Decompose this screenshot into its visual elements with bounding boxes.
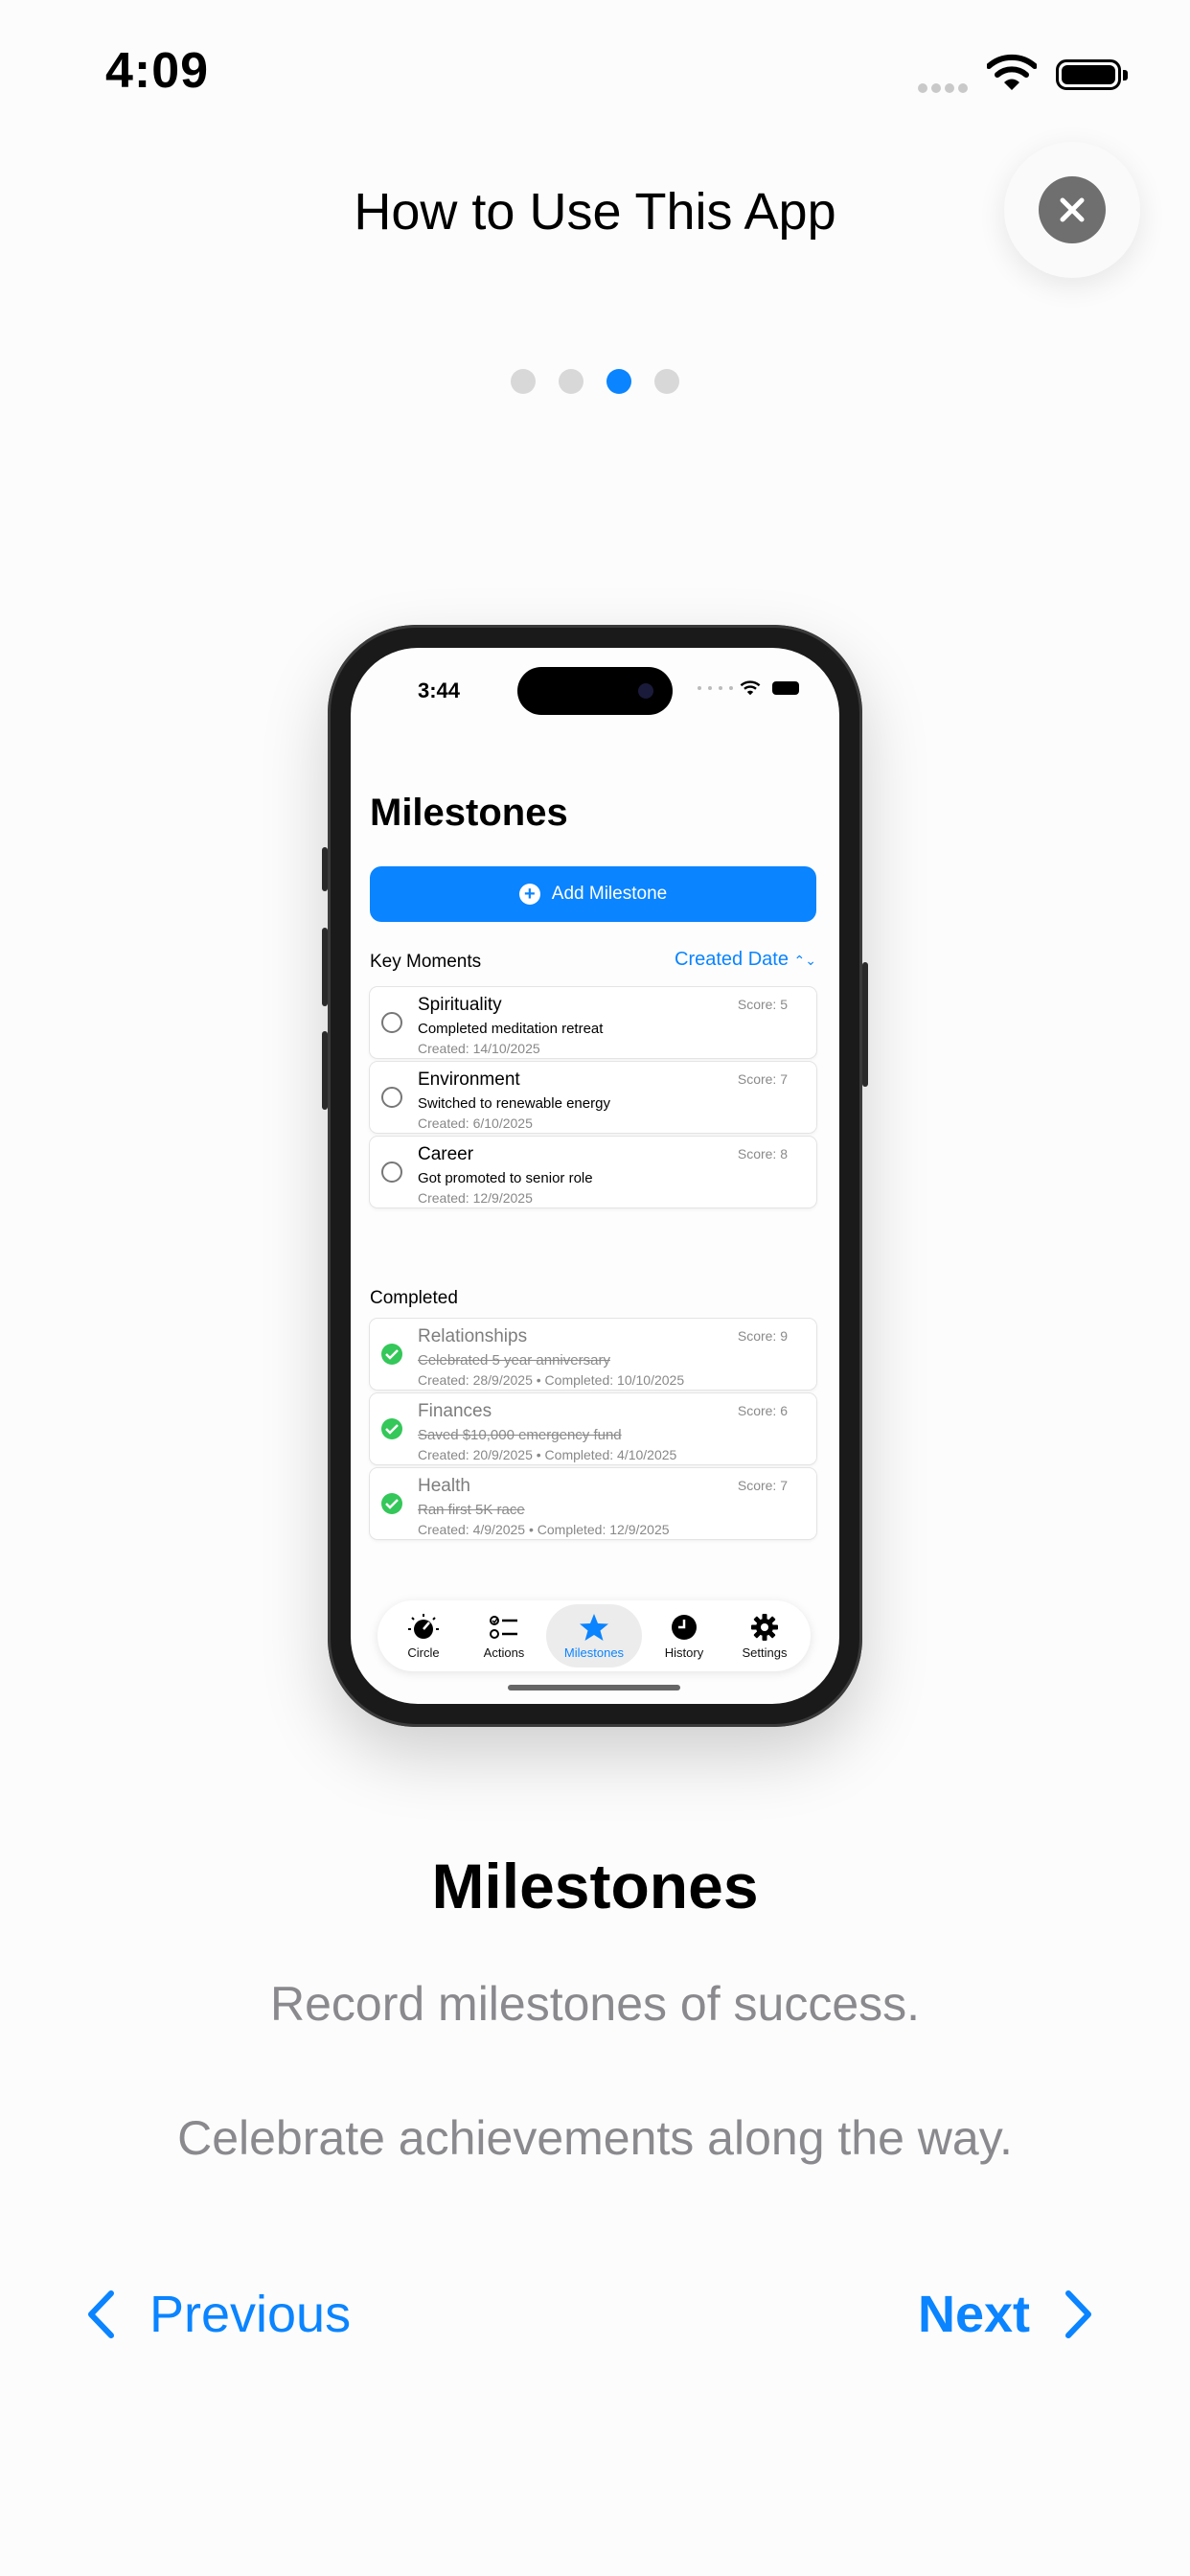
completed-label: Completed: [370, 1288, 458, 1308]
mockup-title: Milestones: [370, 792, 568, 834]
checkmark-circle-icon[interactable]: [381, 1344, 402, 1365]
milestone-name: Spirituality: [418, 995, 502, 1015]
milestone-score: Score: 5: [737, 997, 788, 1012]
sort-label: Created Date: [675, 949, 789, 970]
gear-icon: [751, 1613, 778, 1641]
milestone-name: Career: [418, 1144, 474, 1164]
milestone-score: Score: 7: [737, 1478, 788, 1493]
wifi-icon: [986, 54, 1038, 97]
chevron-left-icon: [88, 2290, 114, 2338]
milestone-description: Completed meditation retreat: [418, 1021, 604, 1037]
description-line-2: Celebrate achievements along the way.: [177, 2111, 1013, 2165]
milestone-name: Health: [418, 1476, 470, 1496]
sort-chevron-icon: ⌃⌄: [793, 953, 816, 968]
milestone-description: Ran first 5K race: [418, 1502, 525, 1518]
next-button[interactable]: Next: [918, 2285, 1093, 2344]
milestone-meta: Created: 4/9/2025 • Completed: 12/9/2025: [418, 1522, 670, 1537]
milestone-meta: Created: 28/9/2025 • Completed: 10/10/20…: [418, 1372, 685, 1388]
milestone-score: Score: 7: [737, 1071, 788, 1087]
milestone-name: Finances: [418, 1401, 492, 1421]
checkmark-circle-icon[interactable]: [381, 1493, 402, 1514]
page-dot-3[interactable]: [606, 369, 631, 394]
milestone-description: Celebrated 5 year anniversary: [418, 1352, 610, 1368]
milestone-card[interactable]: Career Got promoted to senior role Creat…: [370, 1137, 816, 1208]
milestone-meta: Created: 14/10/2025: [418, 1041, 540, 1056]
milestone-meta: Created: 6/10/2025: [418, 1116, 533, 1131]
section-heading: Milestones: [431, 1851, 759, 1921]
milestone-meta: Created: 12/9/2025: [418, 1190, 533, 1206]
milestone-card[interactable]: Environment Switched to renewable energy…: [370, 1062, 816, 1133]
mockup-status-icons: [698, 680, 799, 696]
milestone-card[interactable]: Spirituality Completed meditation retrea…: [370, 987, 816, 1058]
page-dot-1[interactable]: [511, 369, 536, 394]
page-dot-4[interactable]: [654, 369, 679, 394]
milestone-description: Saved $10,000 emergency fund: [418, 1427, 622, 1443]
cellular-signal-icon: [918, 80, 972, 98]
tab-label: History: [664, 1644, 704, 1660]
page-indicator[interactable]: [0, 369, 1190, 394]
unchecked-circle-icon[interactable]: [381, 1087, 402, 1108]
close-icon: [1039, 176, 1106, 243]
dynamic-island: [517, 667, 673, 715]
page-dot-2[interactable]: [559, 369, 584, 394]
mockup-tab-bar: Circle Actions Milestones History Settin…: [378, 1600, 811, 1671]
previous-label: Previous: [149, 2286, 352, 2343]
unchecked-circle-icon[interactable]: [381, 1162, 402, 1183]
mockup-battery-icon: [772, 681, 799, 695]
mockup-status-time: 3:44: [418, 678, 461, 702]
close-button[interactable]: [1004, 142, 1140, 278]
add-milestone-label: Add Milestone: [551, 884, 668, 904]
clock-icon: [672, 1614, 697, 1640]
tab-actions[interactable]: Actions: [466, 1604, 542, 1668]
battery-icon: [1056, 59, 1128, 90]
tab-label: Milestones: [563, 1644, 625, 1660]
tab-label: Settings: [742, 1644, 788, 1660]
milestone-meta: Created: 20/9/2025 • Completed: 4/10/202…: [418, 1447, 677, 1462]
completed-milestone-card[interactable]: Finances Saved $10,000 emergency fund Cr…: [370, 1393, 816, 1464]
milestone-description: Switched to renewable energy: [418, 1095, 610, 1112]
tab-history[interactable]: History: [646, 1604, 722, 1668]
milestone-score: Score: 8: [737, 1146, 788, 1162]
home-indicator: [508, 1685, 680, 1690]
tab-milestones[interactable]: Milestones: [546, 1604, 642, 1668]
milestone-score: Score: 9: [737, 1328, 788, 1344]
tab-circle[interactable]: Circle: [385, 1604, 462, 1668]
plus-circle-icon: +: [518, 884, 540, 905]
unchecked-circle-icon[interactable]: [381, 1012, 402, 1033]
completed-milestone-card[interactable]: Relationships Celebrated 5 year annivers…: [370, 1319, 816, 1390]
next-label: Next: [918, 2286, 1031, 2343]
mockup-wifi-icon: [740, 680, 761, 696]
status-time: 4:09: [105, 43, 210, 99]
completed-milestone-card[interactable]: Health Ran first 5K race Created: 4/9/20…: [370, 1468, 816, 1539]
previous-button[interactable]: Previous: [86, 2285, 351, 2344]
add-milestone-button[interactable]: + Add Milestone: [370, 866, 816, 922]
checkmark-circle-icon[interactable]: [381, 1418, 402, 1439]
milestone-description: Got promoted to senior role: [418, 1170, 593, 1186]
sort-button[interactable]: Created Date ⌃⌄: [675, 949, 816, 971]
phone-screen: 3:44 Milestones + Add Milestone Key Mome…: [351, 648, 839, 1704]
tab-label: Circle: [407, 1644, 440, 1660]
key-moments-label: Key Moments: [370, 952, 482, 972]
milestone-score: Score: 6: [737, 1403, 788, 1418]
star-icon: [580, 1613, 608, 1641]
checklist-icon: [490, 1615, 517, 1639]
tab-settings[interactable]: Settings: [726, 1604, 803, 1668]
chevron-right-icon: [1065, 2290, 1092, 2338]
gauge-icon: [408, 1613, 439, 1639]
milestone-name: Relationships: [418, 1326, 528, 1346]
tab-label: Actions: [483, 1644, 525, 1660]
milestone-name: Environment: [418, 1070, 520, 1090]
description-line-1: Record milestones of success.: [269, 1977, 921, 2031]
phone-mockup: 3:44 Milestones + Add Milestone Key Mome…: [322, 625, 868, 1727]
